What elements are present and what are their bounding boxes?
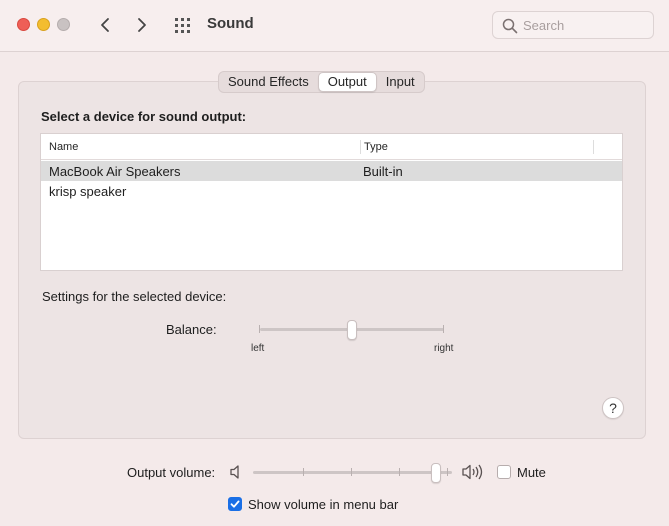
column-divider <box>360 140 361 154</box>
device-type: Built-in <box>363 164 403 179</box>
search-input[interactable] <box>523 16 648 35</box>
mute-label: Mute <box>517 465 546 480</box>
slider-tick <box>447 468 448 476</box>
output-volume-label: Output volume: <box>127 465 216 480</box>
tab-output[interactable]: Output <box>317 72 377 92</box>
tab-sound-effects[interactable]: Sound Effects <box>219 72 318 92</box>
slider-tick <box>443 325 444 333</box>
close-window-button[interactable] <box>17 18 30 31</box>
tab-input[interactable]: Input <box>377 72 424 92</box>
balance-right-label: right <box>434 343 454 354</box>
balance-label: Balance: <box>166 322 217 337</box>
slider-tick <box>303 468 304 476</box>
show-volume-menu-bar-label: Show volume in menu bar <box>248 497 399 512</box>
back-button[interactable] <box>94 14 116 36</box>
chevron-right-icon <box>138 18 146 32</box>
column-header-type[interactable]: Type <box>364 141 388 153</box>
section-title: Select a device for sound output: <box>41 109 247 124</box>
device-name: krisp speaker <box>49 184 127 199</box>
table-row[interactable]: MacBook Air Speakers Built-in <box>41 161 622 181</box>
table-header: Name Type <box>41 134 622 160</box>
column-divider <box>593 140 594 154</box>
tab-bar: Sound Effects Output Input <box>218 71 425 93</box>
mute-checkbox[interactable] <box>497 465 511 479</box>
device-table: Name Type MacBook Air Speakers Built-in … <box>40 133 623 271</box>
settings-label: Settings for the selected device: <box>42 289 227 304</box>
help-button[interactable]: ? <box>602 397 624 419</box>
search-icon <box>502 18 518 34</box>
grid-icon <box>175 18 190 33</box>
balance-slider-knob[interactable] <box>347 320 357 340</box>
slider-tick <box>399 468 400 476</box>
balance-left-label: left <box>251 343 265 354</box>
zoom-window-button[interactable] <box>57 18 70 31</box>
search-field[interactable] <box>492 11 654 39</box>
speaker-low-icon <box>230 465 239 479</box>
slider-tick <box>351 468 352 476</box>
forward-button[interactable] <box>131 14 153 36</box>
show-volume-menu-bar-checkbox[interactable] <box>228 497 242 511</box>
slider-tick <box>259 325 260 333</box>
checkmark-icon <box>230 500 240 508</box>
output-volume-slider-knob[interactable] <box>431 463 442 483</box>
window-title: Sound <box>207 15 254 32</box>
minimize-window-button[interactable] <box>37 18 50 31</box>
show-all-button[interactable] <box>172 15 194 37</box>
table-row[interactable]: krisp speaker <box>41 181 622 201</box>
output-volume-slider[interactable] <box>253 471 452 474</box>
device-name: MacBook Air Speakers <box>49 164 181 179</box>
chevron-left-icon <box>101 18 109 32</box>
column-header-name[interactable]: Name <box>49 141 78 153</box>
speaker-high-icon <box>462 464 483 480</box>
